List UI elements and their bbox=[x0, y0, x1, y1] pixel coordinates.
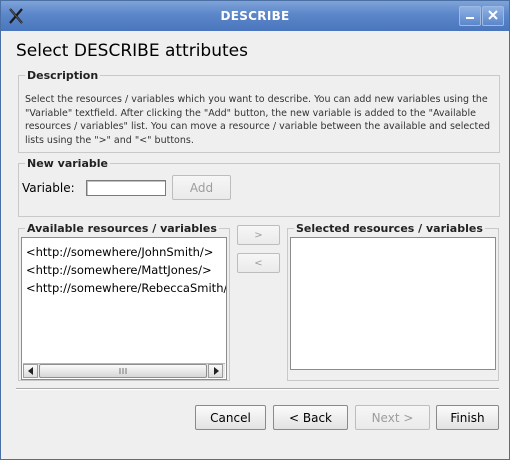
description-text: Select the resources / variables which y… bbox=[25, 94, 491, 146]
selected-group: Selected resources / variables bbox=[287, 222, 499, 381]
description-label: Description bbox=[25, 69, 101, 82]
available-group: Available resources / variables <http://… bbox=[18, 222, 230, 381]
variable-field-label: Variable: bbox=[22, 181, 75, 195]
list-item[interactable]: <http://somewhere/RebeccaSmith/> bbox=[26, 281, 226, 295]
scroll-left-button[interactable] bbox=[23, 364, 38, 378]
dialog-window: DESCRIBE Select DESCRIBE attributes Desc… bbox=[0, 0, 510, 460]
minimize-button[interactable] bbox=[459, 6, 481, 26]
selected-label: Selected resources / variables bbox=[294, 222, 485, 235]
selected-list[interactable] bbox=[290, 237, 496, 370]
description-group: Description Select the resources / varia… bbox=[18, 69, 500, 153]
cancel-button[interactable]: Cancel bbox=[195, 405, 266, 430]
add-button[interactable]: Add bbox=[172, 175, 231, 200]
separator bbox=[16, 388, 499, 390]
window-title: DESCRIBE bbox=[220, 9, 290, 23]
scroll-right-button[interactable] bbox=[208, 364, 223, 378]
close-icon bbox=[487, 9, 499, 24]
minimize-icon bbox=[464, 9, 476, 24]
back-button[interactable]: < Back bbox=[273, 405, 348, 430]
finish-button[interactable]: Finish bbox=[436, 405, 499, 430]
move-left-button[interactable]: < bbox=[237, 253, 280, 273]
list-item[interactable]: <http://somewhere/MattJones/> bbox=[26, 263, 212, 277]
available-list[interactable]: <http://somewhere/JohnSmith/> <http://so… bbox=[21, 237, 227, 380]
chevron-right-icon bbox=[212, 364, 220, 378]
title-bar[interactable]: DESCRIBE bbox=[1, 1, 509, 31]
page-title: Select DESCRIBE attributes bbox=[16, 41, 248, 61]
scroll-thumb[interactable] bbox=[39, 364, 207, 378]
new-variable-group: New variable Variable: Add bbox=[18, 157, 500, 217]
move-right-button[interactable]: > bbox=[237, 225, 280, 245]
dialog-content: Select DESCRIBE attributes Description S… bbox=[2, 31, 508, 459]
grip-icon bbox=[119, 364, 127, 378]
new-variable-label: New variable bbox=[25, 157, 110, 170]
variable-input[interactable] bbox=[86, 180, 166, 196]
available-label: Available resources / variables bbox=[25, 222, 219, 235]
next-button[interactable]: Next > bbox=[355, 405, 430, 430]
chevron-left-icon bbox=[27, 364, 35, 378]
list-item[interactable]: <http://somewhere/JohnSmith/> bbox=[26, 245, 213, 259]
horizontal-scrollbar[interactable] bbox=[23, 363, 225, 378]
close-button[interactable] bbox=[482, 6, 504, 26]
